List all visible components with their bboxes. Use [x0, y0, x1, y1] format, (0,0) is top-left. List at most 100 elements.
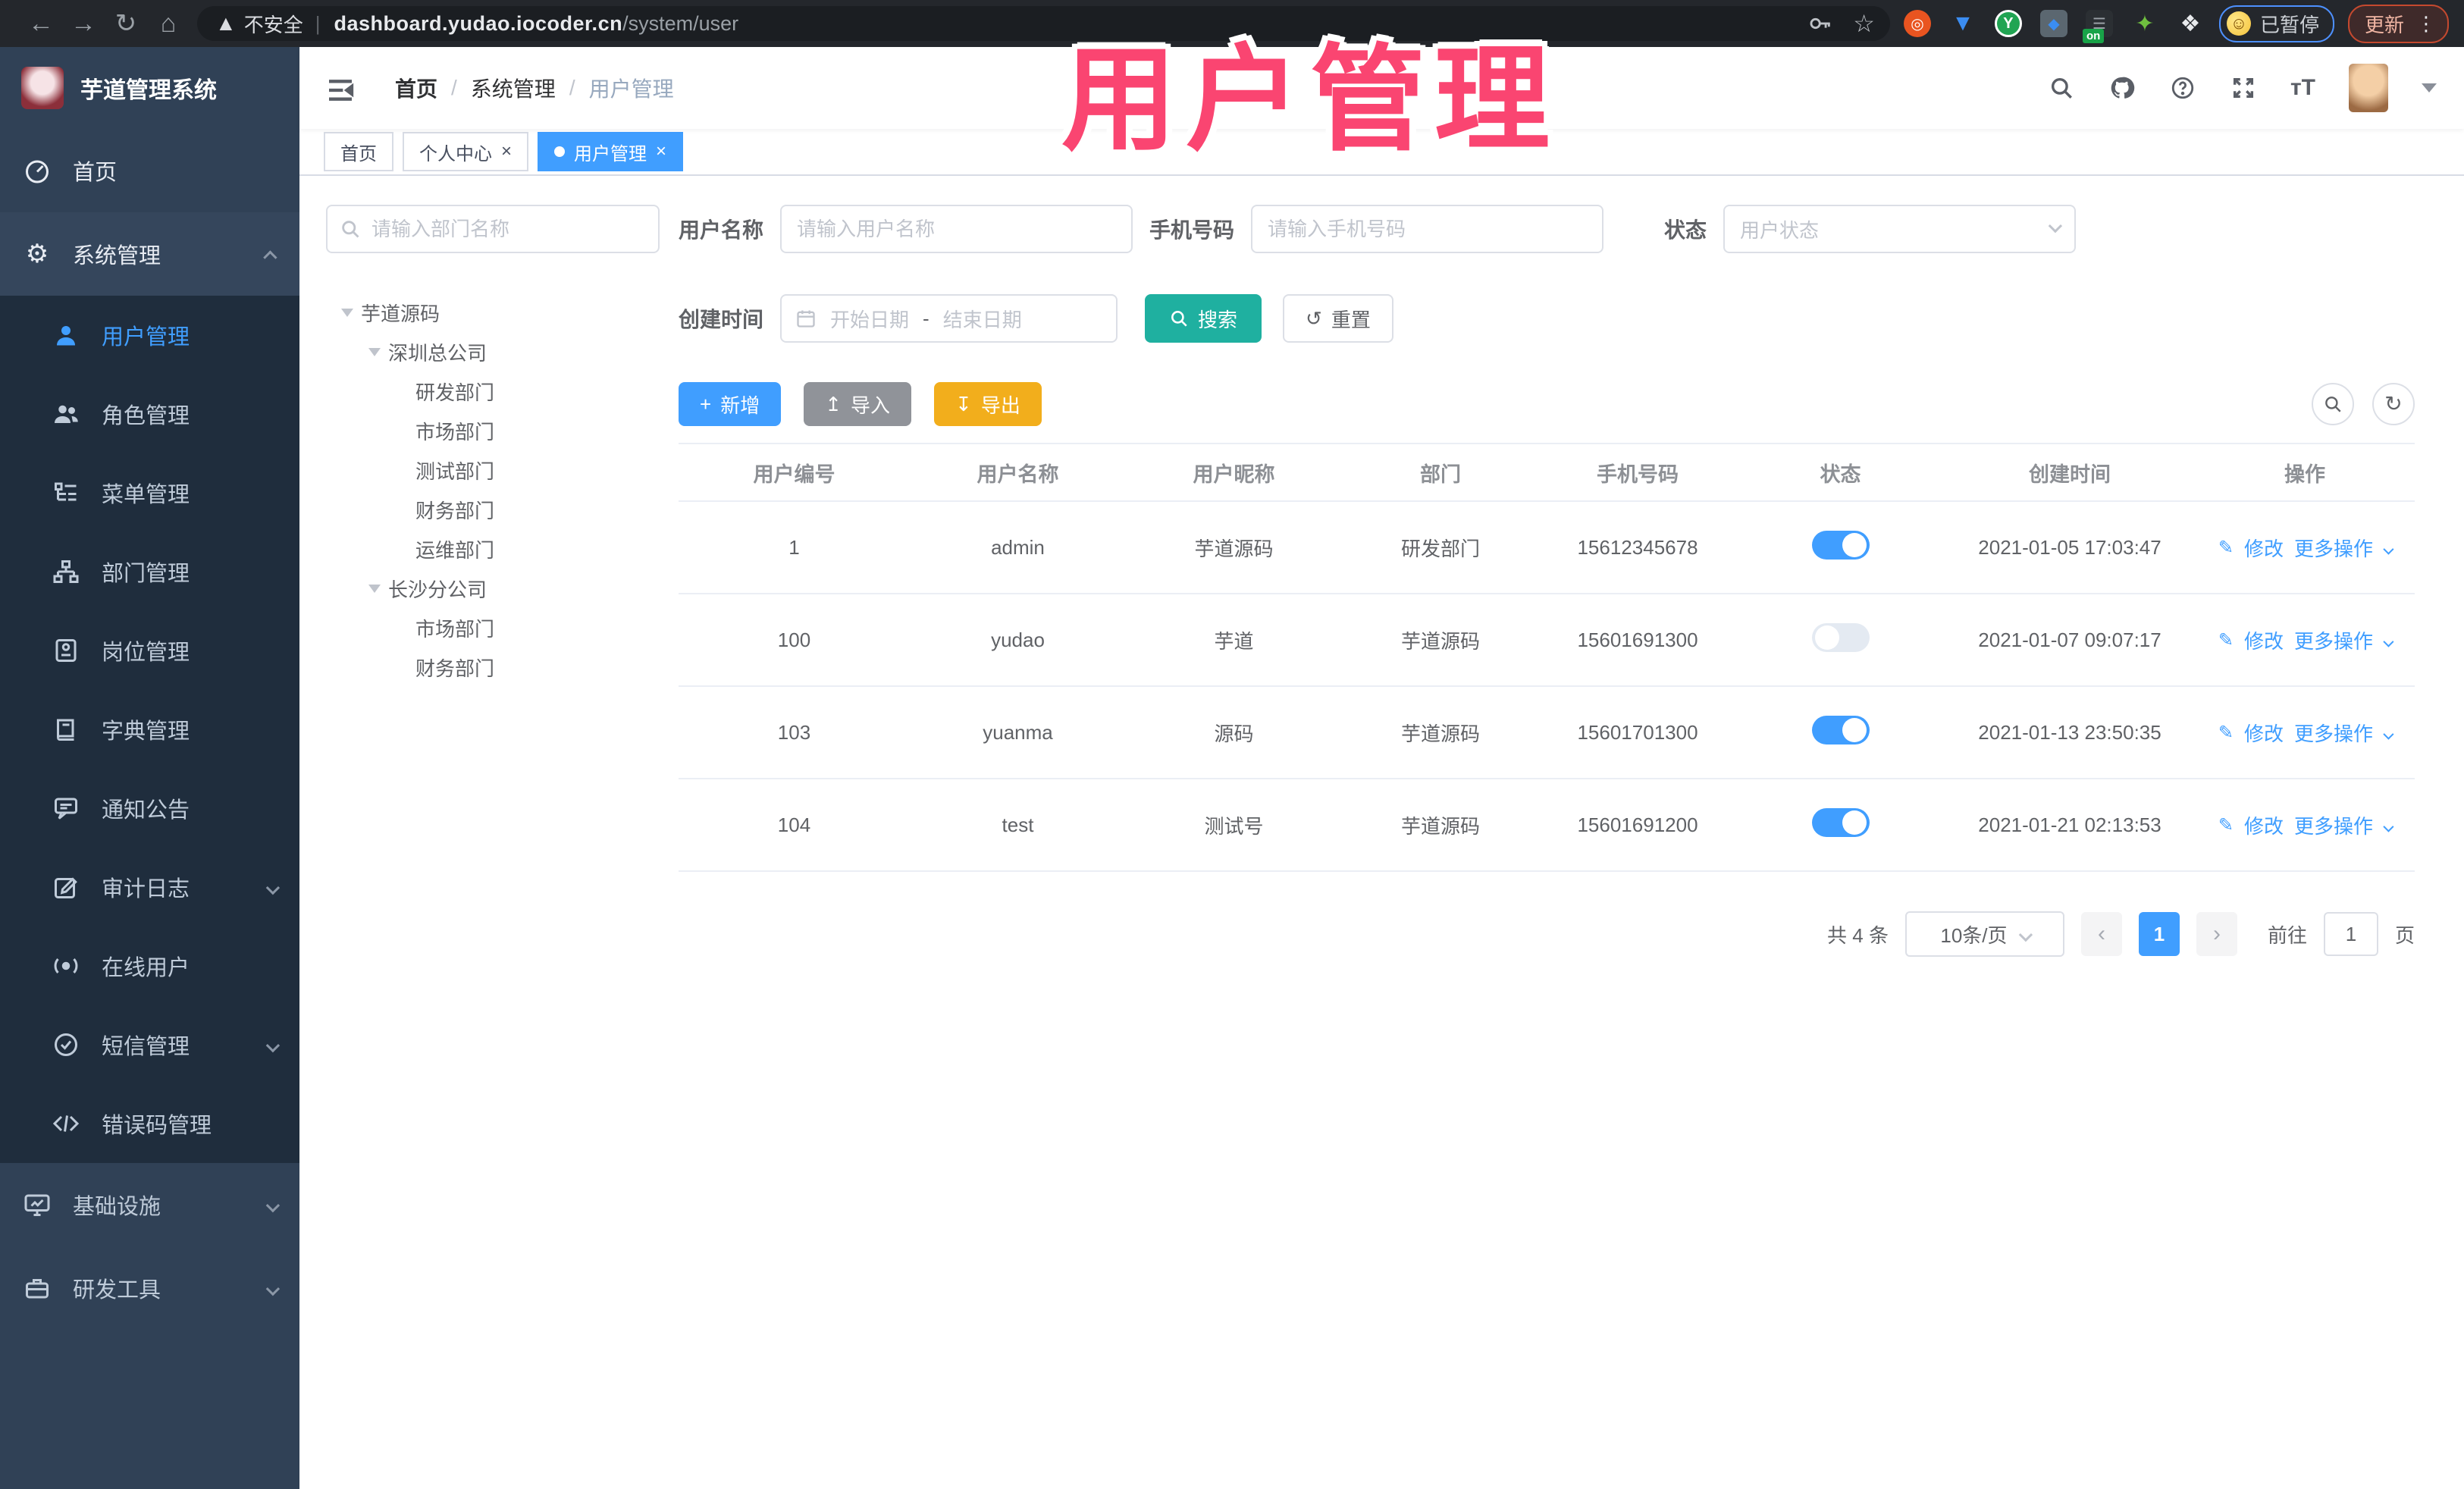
- extension-grid-icon[interactable]: ◆: [2039, 10, 2067, 37]
- sidebar-item-label: 字典管理: [102, 719, 190, 744]
- fullscreen-icon[interactable]: [2230, 74, 2257, 102]
- browser-menu-kebab-icon[interactable]: ⋮: [2416, 12, 2437, 36]
- extension-colorpicker-icon[interactable]: ✦: [2131, 10, 2158, 37]
- status-toggle-on[interactable]: [1811, 715, 1870, 744]
- status-select[interactable]: 用户状态: [1723, 205, 2077, 253]
- tab-user-mgmt[interactable]: 用户管理 ×: [538, 132, 684, 171]
- chevron-down-icon[interactable]: [2383, 629, 2394, 652]
- date-range-picker[interactable]: 开始日期 - 结束日期: [780, 294, 1118, 343]
- status-toggle-on[interactable]: [1811, 530, 1870, 560]
- prev-page-button[interactable]: ‹: [2080, 912, 2122, 956]
- tree-caret-icon[interactable]: [368, 584, 381, 593]
- breadcrumb-home[interactable]: 首页: [395, 73, 437, 103]
- extension-drive-icon[interactable]: ▼: [1949, 10, 1977, 37]
- sidebar-item-dev-tools[interactable]: 研发工具: [0, 1246, 299, 1330]
- extensions-puzzle-icon[interactable]: ❖: [2177, 10, 2204, 37]
- edit-link[interactable]: 修改: [2244, 626, 2284, 654]
- browser-profile-paused[interactable]: ☺ 已暂停: [2218, 5, 2334, 42]
- tree-caret-icon[interactable]: [341, 308, 353, 317]
- chevron-down-icon[interactable]: [2383, 721, 2394, 744]
- status-toggle-on[interactable]: [1811, 807, 1870, 837]
- key-icon[interactable]: [1807, 11, 1833, 36]
- browser-home-icon[interactable]: ⌂: [147, 9, 190, 39]
- sidebar-item-dict-mgmt[interactable]: 字典管理: [0, 690, 299, 769]
- tree-node[interactable]: 运维部门: [326, 529, 660, 569]
- close-icon[interactable]: ×: [656, 141, 666, 162]
- tree-node[interactable]: 财务部门: [326, 490, 660, 529]
- more-actions-link[interactable]: 更多操作: [2294, 626, 2373, 654]
- breadcrumb-system[interactable]: 系统管理: [471, 73, 556, 103]
- edit-link[interactable]: 修改: [2244, 811, 2284, 839]
- calendar-icon: [797, 310, 815, 328]
- edit-link[interactable]: 修改: [2244, 719, 2284, 747]
- reset-button[interactable]: ↺ 重置: [1283, 294, 1393, 343]
- tree-node[interactable]: 长沙分公司: [326, 569, 660, 608]
- tree-node[interactable]: 芋道源码: [326, 293, 660, 332]
- dept-search-input[interactable]: [371, 217, 646, 241]
- browser-back-icon[interactable]: ←: [20, 9, 62, 39]
- extension-y-icon[interactable]: Y: [1994, 10, 2022, 37]
- username-input[interactable]: [780, 205, 1133, 253]
- tree-node[interactable]: 研发部门: [326, 371, 660, 411]
- status-toggle-off[interactable]: [1811, 622, 1870, 652]
- avatar-caret-icon[interactable]: [2422, 83, 2437, 92]
- github-icon[interactable]: [2108, 74, 2136, 102]
- sidebar-item-error-code[interactable]: 错误码管理: [0, 1084, 299, 1163]
- browser-reload-icon[interactable]: ↻: [105, 8, 147, 39]
- more-actions-link[interactable]: 更多操作: [2294, 811, 2373, 839]
- current-page-button[interactable]: 1: [2138, 912, 2180, 956]
- chevron-down-icon[interactable]: [2383, 813, 2394, 837]
- tree-node[interactable]: 测试部门: [326, 450, 660, 490]
- sidebar-item-audit-log[interactable]: 审计日志: [0, 848, 299, 926]
- sidebar-item-user-mgmt[interactable]: 用户管理: [0, 296, 299, 375]
- dept-search-box[interactable]: [326, 205, 660, 253]
- import-button[interactable]: ↥ 导入: [804, 382, 912, 426]
- table-toolbar: + 新增 ↥ 导入 ↧ 导出 ↻: [679, 382, 2415, 426]
- more-actions-link[interactable]: 更多操作: [2294, 534, 2373, 562]
- sidebar-item-notice[interactable]: 通知公告: [0, 769, 299, 848]
- edit-link[interactable]: 修改: [2244, 534, 2284, 562]
- tree-caret-icon[interactable]: [368, 347, 381, 356]
- cell-mobile: 15601701300: [1577, 720, 1698, 744]
- tree-node[interactable]: 市场部门: [326, 608, 660, 647]
- sidebar-item-home[interactable]: 首页: [0, 129, 299, 212]
- goto-page-input[interactable]: [2323, 912, 2378, 956]
- show-search-toggle-button[interactable]: [2312, 383, 2354, 425]
- user-avatar[interactable]: [2349, 64, 2388, 112]
- tree-node[interactable]: 财务部门: [326, 647, 660, 687]
- sidebar-item-online-users[interactable]: 在线用户: [0, 926, 299, 1005]
- export-button[interactable]: ↧ 导出: [934, 382, 1042, 426]
- tab-profile[interactable]: 个人中心 ×: [403, 132, 529, 171]
- address-bar[interactable]: ▲ 不安全 | dashboard.yudao.iocoder.cn /syst…: [197, 6, 1890, 41]
- sidebar-item-infrastructure[interactable]: 基础设施: [0, 1163, 299, 1246]
- not-secure-label[interactable]: 不安全: [244, 10, 303, 38]
- extension-adblock-icon[interactable]: ☰ on: [2082, 10, 2113, 43]
- chevron-down-icon[interactable]: [2383, 536, 2394, 560]
- sidebar-item-sms-mgmt[interactable]: 短信管理: [0, 1005, 299, 1084]
- page-size-select[interactable]: 10条/页: [1904, 911, 2064, 957]
- sidebar-item-post-mgmt[interactable]: 岗位管理: [0, 611, 299, 690]
- refresh-table-button[interactable]: ↻: [2372, 383, 2415, 425]
- browser-forward-icon[interactable]: →: [62, 9, 105, 39]
- next-page-button[interactable]: ›: [2196, 912, 2237, 956]
- search-icon[interactable]: [2048, 74, 2075, 102]
- font-size-icon[interactable]: ᴛT: [2290, 75, 2315, 101]
- sidebar-item-system[interactable]: ⚙ 系统管理: [0, 212, 299, 296]
- app-logo-row[interactable]: 芋道管理系统: [0, 47, 299, 129]
- sidebar-item-role-mgmt[interactable]: 角色管理: [0, 375, 299, 453]
- bookmark-star-icon[interactable]: ☆: [1853, 9, 1875, 38]
- extension-ubuntu-icon[interactable]: ◎: [1903, 10, 1931, 37]
- collapse-sidebar-icon[interactable]: [325, 75, 356, 101]
- mobile-input[interactable]: [1251, 205, 1604, 253]
- help-icon[interactable]: [2169, 74, 2196, 102]
- search-button[interactable]: 搜索: [1145, 294, 1262, 343]
- tree-node[interactable]: 市场部门: [326, 411, 660, 450]
- tab-home[interactable]: 首页: [324, 132, 393, 171]
- sidebar-item-dept-mgmt[interactable]: 部门管理: [0, 532, 299, 611]
- more-actions-link[interactable]: 更多操作: [2294, 719, 2373, 747]
- browser-update-button[interactable]: 更新 ⋮: [2347, 4, 2449, 43]
- tree-node[interactable]: 深圳总公司: [326, 332, 660, 371]
- sidebar-item-menu-mgmt[interactable]: 菜单管理: [0, 453, 299, 532]
- add-button[interactable]: + 新增: [679, 382, 782, 426]
- close-icon[interactable]: ×: [501, 141, 512, 162]
